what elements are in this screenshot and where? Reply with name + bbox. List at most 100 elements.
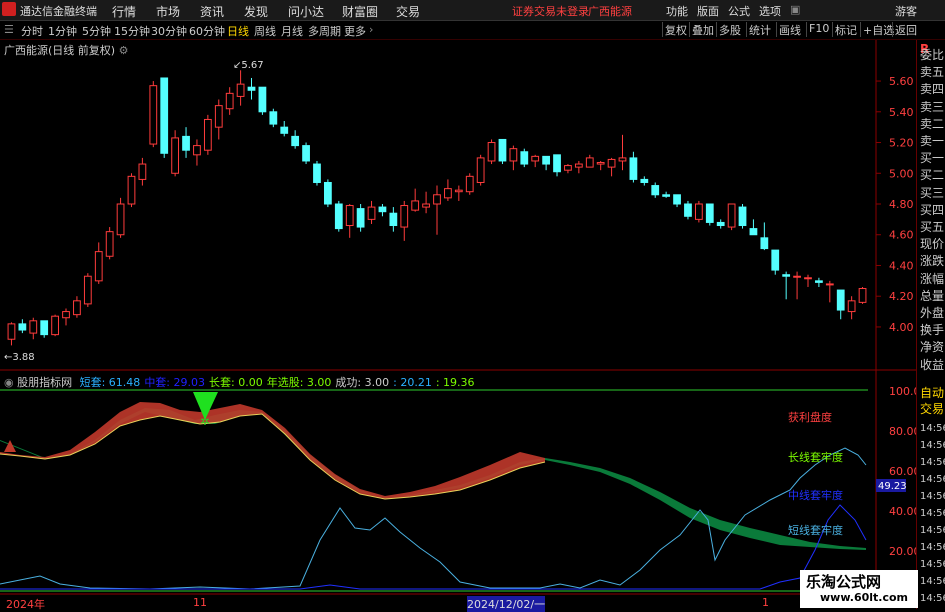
- candle-body[interactable]: [411, 200, 420, 211]
- candle-body[interactable]: [83, 275, 92, 305]
- candle-body[interactable]: [804, 277, 812, 280]
- candle-body[interactable]: [94, 251, 103, 282]
- candle-body[interactable]: [302, 145, 310, 162]
- candle-body[interactable]: [465, 175, 474, 193]
- candle-body[interactable]: [651, 185, 660, 196]
- candle-body[interactable]: [236, 83, 245, 97]
- quote-field-18[interactable]: 收益: [920, 356, 944, 373]
- candle-body[interactable]: [127, 175, 136, 205]
- candle-body[interactable]: [738, 206, 747, 227]
- candle-body[interactable]: [433, 194, 441, 205]
- quote-field-30[interactable]: 14:56: [920, 576, 945, 587]
- candle-body[interactable]: [542, 155, 550, 165]
- candle-body[interactable]: [640, 178, 649, 183]
- candle-body[interactable]: [62, 311, 70, 319]
- candle-body[interactable]: [203, 118, 212, 151]
- candle-body[interactable]: [280, 126, 289, 134]
- quote-field-27[interactable]: 14:56: [920, 525, 945, 536]
- candle-body[interactable]: [18, 323, 27, 331]
- quote-field-16[interactable]: 换手: [920, 321, 944, 338]
- quote-field-1[interactable]: 卖五: [920, 63, 944, 80]
- indicator-name[interactable]: 股朋指标网: [17, 376, 72, 389]
- candle-body[interactable]: [607, 158, 616, 168]
- quote-field-5[interactable]: 卖一: [920, 132, 944, 149]
- candle-body[interactable]: [553, 154, 561, 173]
- quote-field-31[interactable]: 14:56: [920, 593, 945, 604]
- candle-body[interactable]: [389, 212, 398, 227]
- quote-field-20[interactable]: 交易: [920, 400, 944, 417]
- quote-field-8[interactable]: 买三: [920, 184, 944, 201]
- candle-body[interactable]: [629, 157, 638, 180]
- candle-body[interactable]: [673, 194, 681, 205]
- candle-body[interactable]: [400, 205, 409, 228]
- quote-field-23[interactable]: 14:56: [920, 457, 945, 468]
- candle-body[interactable]: [749, 228, 758, 236]
- candle-body[interactable]: [324, 181, 332, 205]
- quote-field-10[interactable]: 买五: [920, 218, 944, 235]
- quote-field-13[interactable]: 涨幅: [920, 270, 944, 287]
- candle-body[interactable]: [269, 111, 278, 125]
- candle-body[interactable]: [334, 203, 343, 230]
- candle-body[interactable]: [771, 249, 780, 271]
- candle-body[interactable]: [7, 323, 16, 340]
- candle-body[interactable]: [858, 288, 867, 303]
- candle-body[interactable]: [51, 315, 59, 336]
- quote-field-25[interactable]: 14:56: [920, 491, 945, 502]
- candle-body[interactable]: [618, 157, 627, 162]
- quote-field-24[interactable]: 14:56: [920, 474, 945, 485]
- quote-field-4[interactable]: 卖二: [920, 115, 944, 132]
- candle-body[interactable]: [214, 105, 223, 128]
- candle-body[interactable]: [836, 289, 845, 311]
- quote-field-9[interactable]: 买四: [920, 201, 944, 218]
- candle-body[interactable]: [520, 151, 529, 165]
- quote-field-15[interactable]: 外盘: [920, 304, 944, 321]
- candle-body[interactable]: [825, 283, 834, 286]
- candle-body[interactable]: [684, 203, 692, 217]
- candlestick-chart[interactable]: 5.60 5.40 5.20 5.00 4.80 4.60 4.40 4.20 4.00 ✲ 获…: [0, 0, 916, 609]
- quote-field-19[interactable]: 自动: [920, 384, 944, 401]
- quote-field-26[interactable]: 14:56: [920, 508, 945, 519]
- candle-body[interactable]: [585, 157, 594, 168]
- candle-body[interactable]: [476, 157, 485, 183]
- candle-body[interactable]: [662, 194, 671, 197]
- quote-field-28[interactable]: 14:56: [920, 542, 945, 553]
- candle-body[interactable]: [138, 163, 147, 180]
- candle-body[interactable]: [694, 203, 703, 220]
- candle-body[interactable]: [487, 142, 496, 162]
- candle-body[interactable]: [509, 148, 518, 162]
- candle-body[interactable]: [73, 300, 81, 316]
- quote-field-21[interactable]: 14:56: [920, 423, 945, 434]
- candle-body[interactable]: [596, 162, 605, 165]
- quote-field-7[interactable]: 买二: [920, 166, 944, 183]
- candle-body[interactable]: [149, 85, 158, 145]
- candle-body[interactable]: [313, 163, 321, 183]
- quote-field-17[interactable]: 净资: [920, 338, 944, 355]
- candle-body[interactable]: [793, 275, 801, 278]
- candle-body[interactable]: [454, 189, 463, 193]
- candle-body[interactable]: [40, 320, 49, 336]
- candle-body[interactable]: [782, 274, 791, 277]
- candle-body[interactable]: [378, 206, 387, 213]
- candle-body[interactable]: [247, 86, 256, 91]
- quote-field-29[interactable]: 14:56: [920, 559, 945, 570]
- candle-body[interactable]: [193, 145, 201, 156]
- candle-body[interactable]: [258, 86, 267, 113]
- quote-field-6[interactable]: 买一: [920, 149, 944, 166]
- quote-field-3[interactable]: 卖三: [920, 98, 944, 115]
- candle-body[interactable]: [815, 280, 823, 283]
- candle-body[interactable]: [225, 92, 234, 110]
- quote-field-11[interactable]: 现价: [920, 235, 944, 252]
- candle-body[interactable]: [564, 165, 572, 171]
- candle-body[interactable]: [182, 135, 190, 151]
- candle-body[interactable]: [498, 138, 507, 162]
- quote-field-14[interactable]: 总量: [920, 287, 944, 304]
- candle-body[interactable]: [171, 137, 180, 174]
- indicator-toggle-icon[interactable]: ◉: [4, 376, 14, 389]
- quote-field-0[interactable]: 委比: [920, 46, 944, 63]
- candle-body[interactable]: [345, 205, 354, 227]
- candle-body[interactable]: [531, 155, 540, 162]
- candle-body[interactable]: [574, 163, 583, 168]
- candle-body[interactable]: [716, 221, 725, 227]
- candle-body[interactable]: [291, 135, 300, 147]
- candle-body[interactable]: [727, 203, 736, 228]
